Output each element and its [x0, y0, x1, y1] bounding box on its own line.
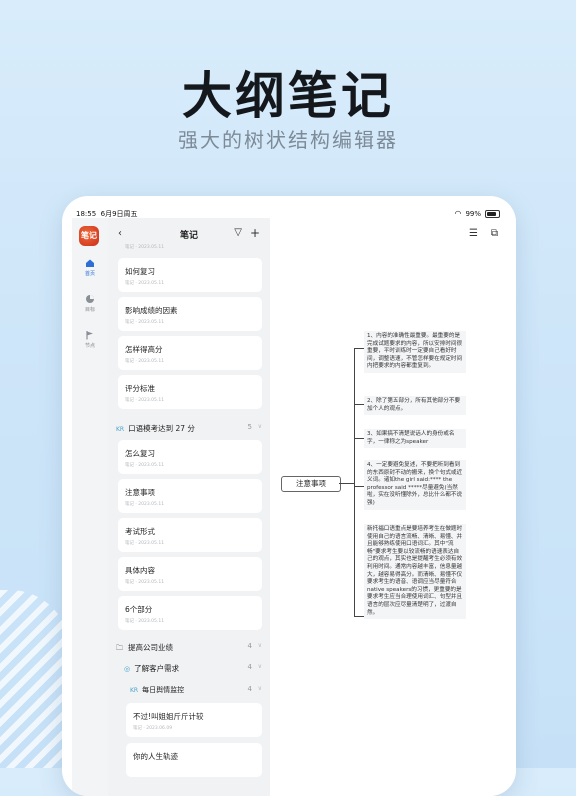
decorative-stripes: [0, 590, 70, 768]
list-top-meta: 笔记 · 2023.05.11: [125, 245, 165, 250]
note-card[interactable]: 怎样得高分 笔记 · 2023.05.11: [118, 336, 262, 370]
rail-item-home[interactable]: 首页: [72, 258, 108, 277]
notes-list-panel: ‹ 笔记 ▽ + 笔记 · 2023.05.11 如何复习 笔记 · 2023.0…: [108, 218, 270, 796]
note-card[interactable]: 6个部分 笔记 · 2023.05.11: [118, 596, 262, 630]
connector-line: [354, 348, 364, 349]
mindmap-root-node[interactable]: 注意事项: [281, 476, 341, 492]
chevron-down-icon: ∨: [257, 685, 262, 692]
group-customer-needs[interactable]: ◎ 了解客户需求 4 ∨: [124, 663, 262, 677]
mindmap-child-node[interactable]: 3、如果搞不清楚说话人的身份或名字，一律称之为speaker: [364, 429, 466, 449]
chevron-down-icon: ∨: [257, 642, 262, 649]
note-card[interactable]: 如何复习 笔记 · 2023.05.11: [118, 258, 262, 292]
mindmap-child-node[interactable]: 1、内容的准确性最重要。最重要的是完成试题要求的内容，所以安排时间很重要，平时训…: [364, 331, 466, 373]
group-kr-speaking[interactable]: KR 口语模考达到 27 分 5 ∨: [116, 423, 262, 437]
battery-icon: [485, 209, 500, 218]
note-card[interactable]: 注意事项 笔记 · 2023.05.11: [118, 479, 262, 513]
mindmap-child-node[interactable]: 2、除了第五部分，所有其他部分不要加个人的观点。: [364, 396, 466, 416]
note-card[interactable]: 影响成绩的因素 笔记 · 2023.05.11: [118, 297, 262, 331]
filter-icon[interactable]: ▽: [234, 227, 242, 238]
connector-line: [354, 438, 364, 439]
connector-line: [354, 486, 364, 487]
hero-subtitle: 强大的树状结构编辑器: [178, 128, 398, 152]
note-card[interactable]: 具体内容 笔记 · 2023.05.11: [118, 557, 262, 591]
home-icon: [86, 259, 94, 267]
note-card[interactable]: 你的人生轨迹: [126, 743, 262, 777]
mindmap-editor: ☰ ⧉ 注意事项 1、内容的准确性最重要。最重要的是完成试题要求的内容，所以安排…: [270, 218, 516, 796]
outline-list-icon[interactable]: ☰: [469, 228, 478, 239]
mindmap-child-node[interactable]: 4、一定要避免复述，不要把听到看到的东西原封不动的搬来，换个句式或近义词。诸如t…: [364, 460, 466, 510]
export-icon[interactable]: ⧉: [491, 228, 498, 239]
group-kr-monitoring[interactable]: KR 每日舆情监控 4 ∨: [130, 685, 262, 699]
group-company-growth[interactable]: 🗀 提高公司业绩 4 ∨: [116, 642, 262, 656]
rail-item-nodes[interactable]: 节点: [72, 330, 108, 349]
chevron-down-icon: ∨: [257, 663, 262, 670]
folder-icon: 🗀: [116, 644, 123, 652]
connector-line: [354, 616, 364, 617]
chevron-down-icon: ∨: [257, 423, 262, 430]
rail-item-goals[interactable]: 目标: [72, 294, 108, 313]
connector-line: [339, 483, 354, 484]
nav-rail: 笔记 首页 目标 节点: [72, 218, 108, 796]
wifi-icon: ◠: [454, 209, 462, 218]
note-card[interactable]: 评分标准 笔记 · 2023.05.11: [118, 375, 262, 409]
list-title: 笔记: [179, 231, 198, 241]
app-icon[interactable]: 笔记: [79, 226, 99, 246]
note-card[interactable]: 不过!叫姐姐斤斤计较 笔记 · 2023.06.09: [126, 703, 262, 737]
connector-line: [354, 404, 364, 405]
tablet-frame: 18:55 6月9日周五 ◠ 99% 笔记 首页 目标 节点 ‹ 笔记 ▽ +: [62, 196, 516, 796]
mindmap-child-node[interactable]: 新托福口语重点是要培养考生在做题时使用自己的语言流畅、清晰、易懂、并且能够熟练使…: [364, 524, 466, 620]
plus-icon[interactable]: +: [250, 226, 260, 240]
status-bar: 18:55 6月9日周五 ◠ 99%: [62, 196, 516, 218]
note-card[interactable]: 怎么复习 笔记 · 2023.05.11: [118, 440, 262, 474]
hero-title: 大纲笔记: [182, 67, 394, 125]
note-card[interactable]: 考试形式 笔记 · 2023.05.11: [118, 518, 262, 552]
battery-percent: 99%: [465, 209, 481, 218]
target-icon: ◎: [124, 665, 131, 673]
connector-line: [354, 348, 355, 616]
pie-chart-icon: [86, 295, 94, 303]
flag-icon: [86, 331, 93, 340]
